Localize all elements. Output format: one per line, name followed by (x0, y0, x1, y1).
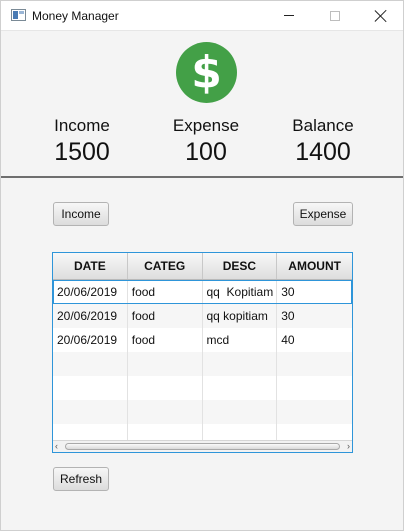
cell-date: 20/06/2019 (53, 280, 128, 304)
maximize-button[interactable] (312, 0, 358, 31)
cell-desc: qq Kopitiam (203, 280, 278, 304)
cell-categ: food (128, 304, 203, 328)
income-value: 1500 (54, 138, 110, 166)
empty-row (53, 352, 352, 376)
transactions-table[interactable]: DATE CATEG DESC AMOUNT 20/06/2019 food q… (52, 252, 353, 453)
minimize-icon (284, 15, 294, 16)
close-icon (375, 10, 387, 22)
table-row[interactable]: 20/06/2019 food qq Kopitiam 30 (53, 280, 352, 304)
minimize-button[interactable] (266, 0, 312, 31)
income-summary: Income 1500 (22, 116, 142, 167)
window-title: Money Manager (32, 9, 119, 23)
cell-categ: food (128, 280, 203, 304)
expense-value: 100 (185, 138, 227, 166)
table-row[interactable]: 20/06/2019 food qq kopitiam 30 (53, 304, 352, 328)
balance-value: 1400 (295, 138, 351, 166)
cell-date: 20/06/2019 (53, 304, 128, 328)
scroll-right-icon[interactable]: › (347, 441, 350, 452)
expense-label: Expense (172, 116, 240, 135)
cell-desc: qq kopitiam (203, 304, 278, 328)
expense-button[interactable]: Expense (293, 202, 353, 226)
expense-summary: Expense 100 (146, 116, 266, 167)
scroll-thumb[interactable] (65, 443, 340, 450)
empty-row (53, 400, 352, 424)
cell-date: 20/06/2019 (53, 328, 128, 352)
table-row[interactable]: 20/06/2019 food mcd 40 (53, 328, 352, 352)
empty-row (53, 376, 352, 400)
dollar-icon: $ (176, 42, 237, 103)
income-button[interactable]: Income (53, 202, 109, 226)
table-body: 20/06/2019 food qq Kopitiam 30 20/06/201… (53, 280, 352, 448)
title-bar[interactable]: Money Manager (0, 0, 404, 31)
column-header-amount[interactable]: AMOUNT (277, 253, 352, 279)
balance-label: Balance (292, 116, 354, 135)
cell-amount: 40 (281, 333, 295, 347)
horizontal-scrollbar[interactable]: ‹ › (53, 440, 352, 452)
app-window-icon (11, 9, 26, 21)
cell-amount: 30 (281, 309, 295, 323)
table-header: DATE CATEG DESC AMOUNT (53, 253, 352, 280)
balance-summary: Balance 1400 (263, 116, 383, 167)
cell-desc: mcd (203, 328, 278, 352)
income-label: Income (54, 116, 110, 135)
cell-categ: food (128, 328, 203, 352)
close-button[interactable] (358, 0, 404, 31)
divider (0, 176, 404, 178)
cell-amount: 30 (281, 285, 295, 299)
scroll-left-icon[interactable]: ‹ (55, 441, 58, 452)
column-header-date[interactable]: DATE (53, 253, 128, 279)
column-header-categ[interactable]: CATEG (128, 253, 203, 279)
refresh-button[interactable]: Refresh (53, 467, 109, 491)
column-header-desc[interactable]: DESC (203, 253, 278, 279)
maximize-icon (330, 10, 340, 21)
